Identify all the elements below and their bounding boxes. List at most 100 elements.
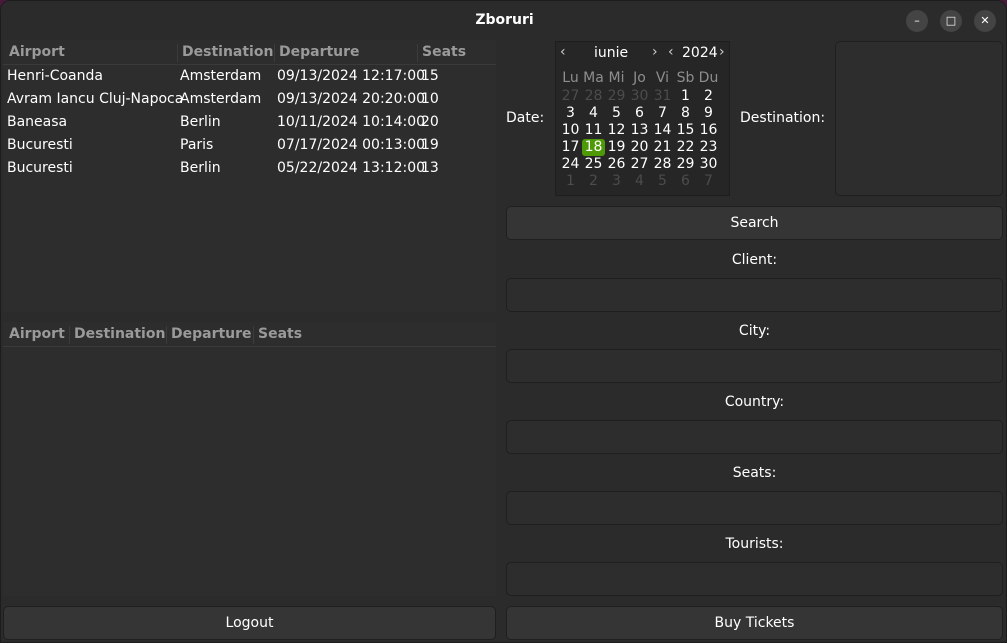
flights-table-header: Airport Destination Departure Seats <box>3 40 496 65</box>
next-month-icon[interactable]: › <box>652 44 658 60</box>
cell-destination: Amsterdam <box>180 68 262 84</box>
date-label: Date: <box>506 110 545 126</box>
calendar-day[interactable]: 20 <box>628 139 651 156</box>
cell-airport: Baneasa <box>7 114 68 130</box>
cell-airport: Henri-Coanda <box>7 68 103 84</box>
calendar-day[interactable]: 11 <box>582 122 605 139</box>
calendar-day[interactable]: 3 <box>559 105 582 122</box>
calendar-day[interactable]: 21 <box>651 139 674 156</box>
cell-departure: 10/11/2024 10:14:00 <box>277 114 426 130</box>
prev-year-icon[interactable]: ‹ <box>668 44 674 60</box>
cell-seats: 10 <box>421 91 439 107</box>
calendar-day[interactable]: 7 <box>651 105 674 122</box>
column-header-airport[interactable]: Airport <box>5 44 65 62</box>
tourists-field[interactable] <box>506 562 1003 596</box>
calendar-day[interactable]: 6 <box>674 173 697 190</box>
cell-destination: Berlin <box>180 114 221 130</box>
calendar-day[interactable]: 31 <box>651 88 674 105</box>
table-row[interactable]: Bucuresti Paris 07/17/2024 00:13:00 19 <box>3 134 496 157</box>
table-row[interactable]: Avram Iancu Cluj-Napoca Amsterdam 09/13/20… <box>3 88 496 111</box>
close-button[interactable]: ✕ <box>974 10 996 32</box>
table-row[interactable]: Bucuresti Berlin 05/22/2024 13:12:00 13 <box>3 157 496 180</box>
results-table-header: Airport Destination Departure Seats <box>3 322 496 347</box>
column-header-departure[interactable]: Departure <box>274 44 360 62</box>
calendar-day[interactable]: 30 <box>628 88 651 105</box>
calendar-day[interactable]: 5 <box>605 105 628 122</box>
cell-departure: 07/17/2024 00:13:00 <box>277 137 426 153</box>
calendar-day[interactable]: 6 <box>628 105 651 122</box>
column-header-destination[interactable]: Destination <box>177 44 273 62</box>
calendar-day[interactable]: 23 <box>697 139 720 156</box>
next-year-icon[interactable]: › <box>719 44 725 60</box>
weekday-label: Sb <box>676 70 695 86</box>
cell-seats: 20 <box>421 114 439 130</box>
calendar-day[interactable]: 30 <box>697 156 720 173</box>
calendar-month: iunie <box>594 45 629 61</box>
calendar-day[interactable]: 9 <box>697 105 720 122</box>
calendar-day[interactable]: 13 <box>628 122 651 139</box>
destination-label: Destination: <box>740 110 826 126</box>
seats-label: Seats: <box>732 465 777 481</box>
minimize-icon: – <box>914 14 920 27</box>
client-label: Client: <box>731 252 778 268</box>
calendar-day[interactable]: 2 <box>582 173 605 190</box>
calendar-day[interactable]: 17 <box>559 139 582 156</box>
country-label: Country: <box>724 394 785 410</box>
calendar-day[interactable]: 5 <box>651 173 674 190</box>
calendar-day[interactable]: 12 <box>605 122 628 139</box>
buy-tickets-button[interactable]: Buy Tickets <box>506 606 1003 640</box>
calendar-day[interactable]: 4 <box>628 173 651 190</box>
search-button[interactable]: Search <box>506 206 1003 240</box>
calendar-day[interactable]: 29 <box>605 88 628 105</box>
calendar-day[interactable]: 14 <box>651 122 674 139</box>
calendar-day[interactable]: 8 <box>674 105 697 122</box>
calendar-day[interactable]: 18 <box>582 139 605 156</box>
weekday-label: Vi <box>655 70 670 86</box>
results-table[interactable]: Airport Destination Departure Seats <box>3 322 496 596</box>
destination-field[interactable] <box>835 41 1003 196</box>
prev-month-icon[interactable]: ‹ <box>560 44 566 60</box>
calendar-day[interactable]: 10 <box>559 122 582 139</box>
window-title: Zboruri <box>475 12 534 28</box>
weekday-label: Lu <box>562 70 579 86</box>
calendar-day[interactable]: 2 <box>697 88 720 105</box>
calendar-day[interactable]: 27 <box>559 88 582 105</box>
app-window: Zboruri – □ ✕ Airport Destination Depart… <box>0 0 1007 643</box>
calendar-day[interactable]: 22 <box>674 139 697 156</box>
calendar-day[interactable]: 27 <box>628 156 651 173</box>
tourists-label: Tourists: <box>725 536 784 552</box>
country-field[interactable] <box>506 420 1003 454</box>
flights-table[interactable]: Airport Destination Departure Seats Henr… <box>3 40 496 312</box>
column-header-departure[interactable]: Departure <box>166 326 252 344</box>
calendar-day[interactable]: 24 <box>559 156 582 173</box>
calendar-day[interactable]: 19 <box>605 139 628 156</box>
city-field[interactable] <box>506 349 1003 383</box>
calendar-day[interactable]: 7 <box>697 173 720 190</box>
maximize-button[interactable]: □ <box>940 10 962 32</box>
calendar-day[interactable]: 4 <box>582 105 605 122</box>
calendar-day[interactable]: 15 <box>674 122 697 139</box>
table-row[interactable]: Henri-Coanda Amsterdam 09/13/2024 12:17:00… <box>3 65 496 88</box>
logout-button[interactable]: Logout <box>3 606 496 640</box>
calendar-day[interactable]: 25 <box>582 156 605 173</box>
calendar-day[interactable]: 1 <box>674 88 697 105</box>
table-row[interactable]: Baneasa Berlin 10/11/2024 10:14:00 20 <box>3 111 496 134</box>
calendar-day[interactable]: 28 <box>651 156 674 173</box>
calendar-day[interactable]: 28 <box>582 88 605 105</box>
column-header-seats[interactable]: Seats <box>253 326 302 344</box>
column-header-destination[interactable]: Destination <box>69 326 165 344</box>
calendar-year: 2024 <box>682 45 718 61</box>
date-calendar[interactable]: ‹ iunie › ‹ 2024 › Lu Ma Mi Jo Vi Sb Du 27 28 29 3… <box>555 41 730 196</box>
seats-field[interactable] <box>506 491 1003 525</box>
calendar-day[interactable]: 26 <box>605 156 628 173</box>
column-header-seats[interactable]: Seats <box>417 44 466 62</box>
cell-seats: 19 <box>421 137 439 153</box>
cell-seats: 13 <box>421 160 439 176</box>
calendar-day[interactable]: 1 <box>559 173 582 190</box>
calendar-day[interactable]: 16 <box>697 122 720 139</box>
client-field[interactable] <box>506 278 1003 312</box>
column-header-airport[interactable]: Airport <box>5 326 65 344</box>
minimize-button[interactable]: – <box>906 10 928 32</box>
calendar-day[interactable]: 3 <box>605 173 628 190</box>
calendar-day[interactable]: 29 <box>674 156 697 173</box>
